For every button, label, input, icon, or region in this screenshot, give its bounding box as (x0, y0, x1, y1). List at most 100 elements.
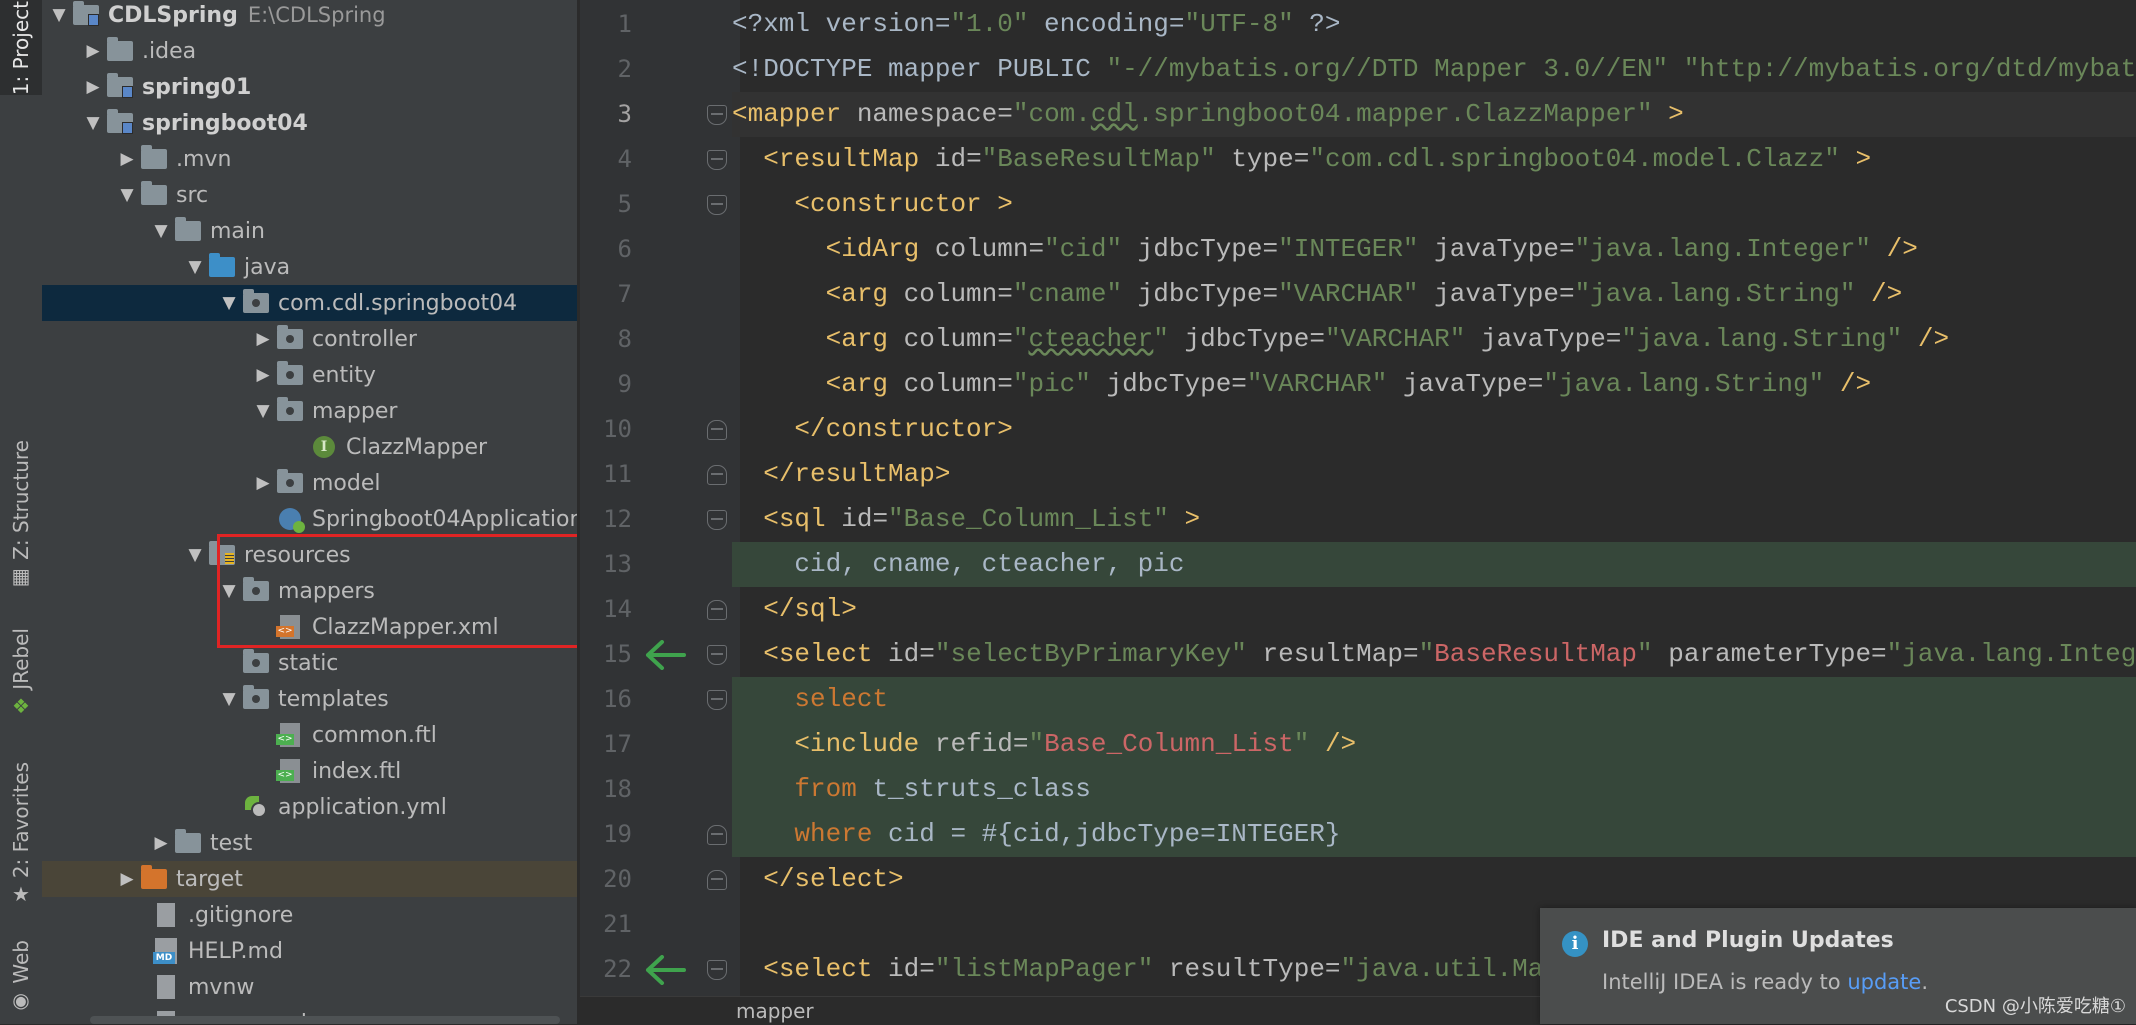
collapse-arrow-icon[interactable]: ▶ (252, 329, 274, 349)
fold-marker-icon[interactable] (706, 632, 728, 677)
tree-item-entity[interactable]: ▶ entity (42, 357, 577, 393)
project-horizontal-scrollbar[interactable] (90, 1016, 560, 1024)
code-line-11[interactable]: </resultMap> (732, 452, 2136, 497)
navigate-to-method-arrow-icon[interactable] (644, 632, 686, 677)
tree-item-test[interactable]: ▶ test (42, 825, 577, 861)
code-line-13[interactable]: cid, cname, cteacher, pic (732, 542, 2136, 587)
tree-item-templates[interactable]: ▼ templates (42, 681, 577, 717)
code-line-10[interactable]: </constructor> (732, 407, 2136, 452)
collapse-arrow-icon[interactable]: ▶ (252, 473, 274, 493)
expand-arrow-icon[interactable]: ▼ (218, 293, 240, 313)
code-token: "java.lang.String" (1621, 324, 1903, 354)
fold-marker-icon[interactable] (706, 812, 728, 857)
tree-item-target[interactable]: ▶ target (42, 861, 577, 897)
code-line-16[interactable]: select (732, 677, 2136, 722)
fold-marker-icon[interactable] (706, 182, 728, 227)
code-line-6[interactable]: <idArg column="cid" jdbcType="INTEGER" j… (732, 227, 2136, 272)
tree-label: mappers (278, 578, 375, 604)
tree-item-application-class[interactable]: Springboot04Application (42, 501, 577, 537)
expand-arrow-icon[interactable]: ▼ (184, 257, 206, 277)
fold-marker-icon[interactable] (706, 497, 728, 542)
fold-marker-icon[interactable] (706, 947, 728, 992)
favorites-tool-tab[interactable]: 2: Favorites ★ (0, 762, 42, 904)
expand-arrow-icon[interactable]: ▼ (218, 689, 240, 709)
code-line-2[interactable]: <!DOCTYPE mapper PUBLIC "-//mybatis.org/… (732, 47, 2136, 92)
structure-tool-tab[interactable]: Z: Structure ▦ (0, 440, 42, 586)
tree-item-java[interactable]: ▼ java (42, 249, 577, 285)
tree-item-mappers[interactable]: ▼ mappers (42, 573, 577, 609)
project-tool-tab[interactable]: 1: Project (0, 0, 42, 95)
tree-item-help-md[interactable]: MD HELP.md (42, 933, 577, 969)
tree-root-cdlspring[interactable]: ▼ CDLSpring E:\CDLSpring (42, 0, 577, 33)
tree-item-index-ftl[interactable]: <> index.ftl (42, 753, 577, 789)
fold-marker-icon[interactable] (706, 677, 728, 722)
tree-item-mvn[interactable]: ▶ .mvn (42, 141, 577, 177)
line-number: 14 (603, 595, 632, 623)
tree-item-model[interactable]: ▶ model (42, 465, 577, 501)
expand-arrow-icon[interactable]: ▼ (116, 185, 138, 205)
tree-item-package-springboot04[interactable]: ▼ com.cdl.springboot04 (42, 285, 577, 321)
expand-arrow-icon[interactable]: ▼ (150, 221, 172, 241)
code-line-18[interactable]: from t_struts_class (732, 767, 2136, 812)
code-line-5[interactable]: <constructor > (732, 182, 2136, 227)
fold-marker-icon[interactable] (706, 587, 728, 632)
tree-item-mapper[interactable]: ▼ mapper (42, 393, 577, 429)
folder-icon (104, 37, 136, 64)
tree-item-main[interactable]: ▼ main (42, 213, 577, 249)
fold-marker-icon[interactable] (706, 137, 728, 182)
collapse-arrow-icon[interactable]: ▶ (252, 365, 274, 385)
code-token: <select (763, 639, 889, 669)
tree-item-src[interactable]: ▼ src (42, 177, 577, 213)
code-line-7[interactable]: <arg column="cname" jdbcType="VARCHAR" j… (732, 272, 2136, 317)
expand-arrow-icon[interactable]: ▼ (218, 581, 240, 601)
fold-marker-icon[interactable] (706, 407, 728, 452)
tree-item-idea[interactable]: ▶ .idea (42, 33, 577, 69)
collapse-arrow-icon[interactable]: ▶ (116, 149, 138, 169)
tree-item-controller[interactable]: ▶ controller (42, 321, 577, 357)
code-line-4[interactable]: <resultMap id="BaseResultMap" type="com.… (732, 137, 2136, 182)
code-line-19[interactable]: where cid = #{cid,jdbcType=INTEGER} (732, 812, 2136, 857)
tree-item-clazzmapper[interactable]: I ClazzMapper (42, 429, 577, 465)
tree-item-clazzmapper-xml[interactable]: <> ClazzMapper.xml (42, 609, 577, 645)
fold-marker-icon[interactable] (706, 857, 728, 902)
tree-item-mvnw[interactable]: mvnw (42, 969, 577, 1005)
code-token: id= (888, 639, 935, 669)
code-line-8[interactable]: <arg column="cteacher" jdbcType="VARCHAR… (732, 317, 2136, 362)
code-line-1[interactable]: <?xml version="1.0" encoding="UTF-8" ?> (732, 2, 2136, 47)
update-link[interactable]: update (1847, 970, 1921, 994)
expand-arrow-icon[interactable]: ▼ (48, 5, 70, 25)
code-line-9[interactable]: <arg column="pic" jdbcType="VARCHAR" jav… (732, 362, 2136, 407)
tree-item-springboot04[interactable]: ▼ springboot04 (42, 105, 577, 141)
fold-marker-icon[interactable] (706, 92, 728, 137)
tree-item-static[interactable]: static (42, 645, 577, 681)
breadcrumb[interactable]: mapper (736, 997, 814, 1025)
notification-text: IntelliJ IDEA is ready to (1602, 970, 1848, 994)
code-line-14[interactable]: </sql> (732, 587, 2136, 632)
code-line-20[interactable]: </select> (732, 857, 2136, 902)
expand-arrow-icon[interactable]: ▼ (82, 113, 104, 133)
fold-marker-icon[interactable] (706, 452, 728, 497)
collapse-arrow-icon[interactable]: ▶ (82, 77, 104, 97)
code-editor[interactable]: 1 2 3 4 5 6 7 8 9 10 11 12 13 14 15 16 1… (580, 0, 2136, 1025)
ide-update-notification[interactable]: i IDE and Plugin Updates IntelliJ IDEA i… (1540, 908, 2136, 1024)
navigate-to-method-arrow-icon[interactable] (644, 947, 686, 992)
tree-item-resources[interactable]: ▼ resources (42, 537, 577, 573)
collapse-arrow-icon[interactable]: ▶ (82, 41, 104, 61)
collapse-arrow-icon[interactable]: ▶ (150, 833, 172, 853)
code-token: /> (1824, 369, 1872, 399)
code-line-3[interactable]: <mapper namespace="com.cdl.springboot04.… (732, 92, 2136, 137)
expand-arrow-icon[interactable]: ▼ (184, 545, 206, 565)
tree-item-gitignore[interactable]: .gitignore (42, 897, 577, 933)
code-line-12[interactable]: <sql id="Base_Column_List" > (732, 497, 2136, 542)
tree-item-spring01[interactable]: ▶ spring01 (42, 69, 577, 105)
code-line-17[interactable]: <include refid="Base_Column_List" /> (732, 722, 2136, 767)
tree-item-application-yml[interactable]: application.yml (42, 789, 577, 825)
collapse-arrow-icon[interactable]: ▶ (116, 869, 138, 889)
globe-icon: ◉ (12, 987, 30, 1012)
code-line-15[interactable]: <select id="selectByPrimaryKey" resultMa… (732, 632, 2136, 677)
tree-label: ClazzMapper (346, 434, 488, 460)
expand-arrow-icon[interactable]: ▼ (252, 401, 274, 421)
jrebel-tool-tab[interactable]: JRebel ❖ (0, 628, 42, 716)
tree-item-common-ftl[interactable]: <> common.ftl (42, 717, 577, 753)
web-tool-tab[interactable]: Web ◉ (0, 940, 42, 1010)
